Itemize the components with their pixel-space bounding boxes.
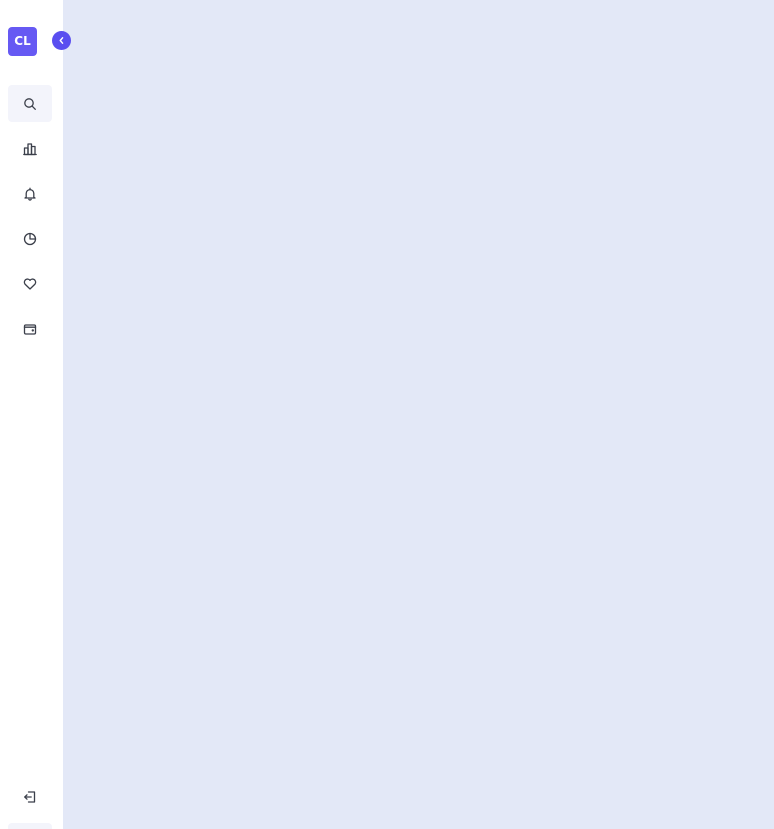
sidebar-item-wallet[interactable] [8, 310, 52, 347]
pie-chart-icon [23, 232, 37, 245]
logout-button[interactable] [8, 778, 52, 815]
sidebar: CL [0, 0, 63, 829]
bar-chart-icon [23, 142, 37, 155]
sidebar-item-analytics[interactable] [8, 130, 52, 167]
wallet-icon [23, 323, 37, 335]
main-content-area [63, 0, 774, 829]
app-root: CL [0, 0, 774, 829]
bell-icon [24, 187, 36, 201]
sidebar-item-notifications[interactable] [8, 175, 52, 212]
collapse-sidebar-button[interactable] [52, 31, 71, 50]
sidebar-bottom-item[interactable] [8, 823, 52, 829]
heart-icon [23, 277, 37, 290]
chevron-left-icon [59, 37, 64, 44]
logout-icon [24, 790, 36, 803]
search-icon [24, 97, 36, 110]
brand-logo[interactable]: CL [8, 27, 37, 56]
sidebar-item-search[interactable] [8, 85, 52, 122]
sidebar-item-favorites[interactable] [8, 265, 52, 302]
sidebar-item-reports[interactable] [8, 220, 52, 257]
